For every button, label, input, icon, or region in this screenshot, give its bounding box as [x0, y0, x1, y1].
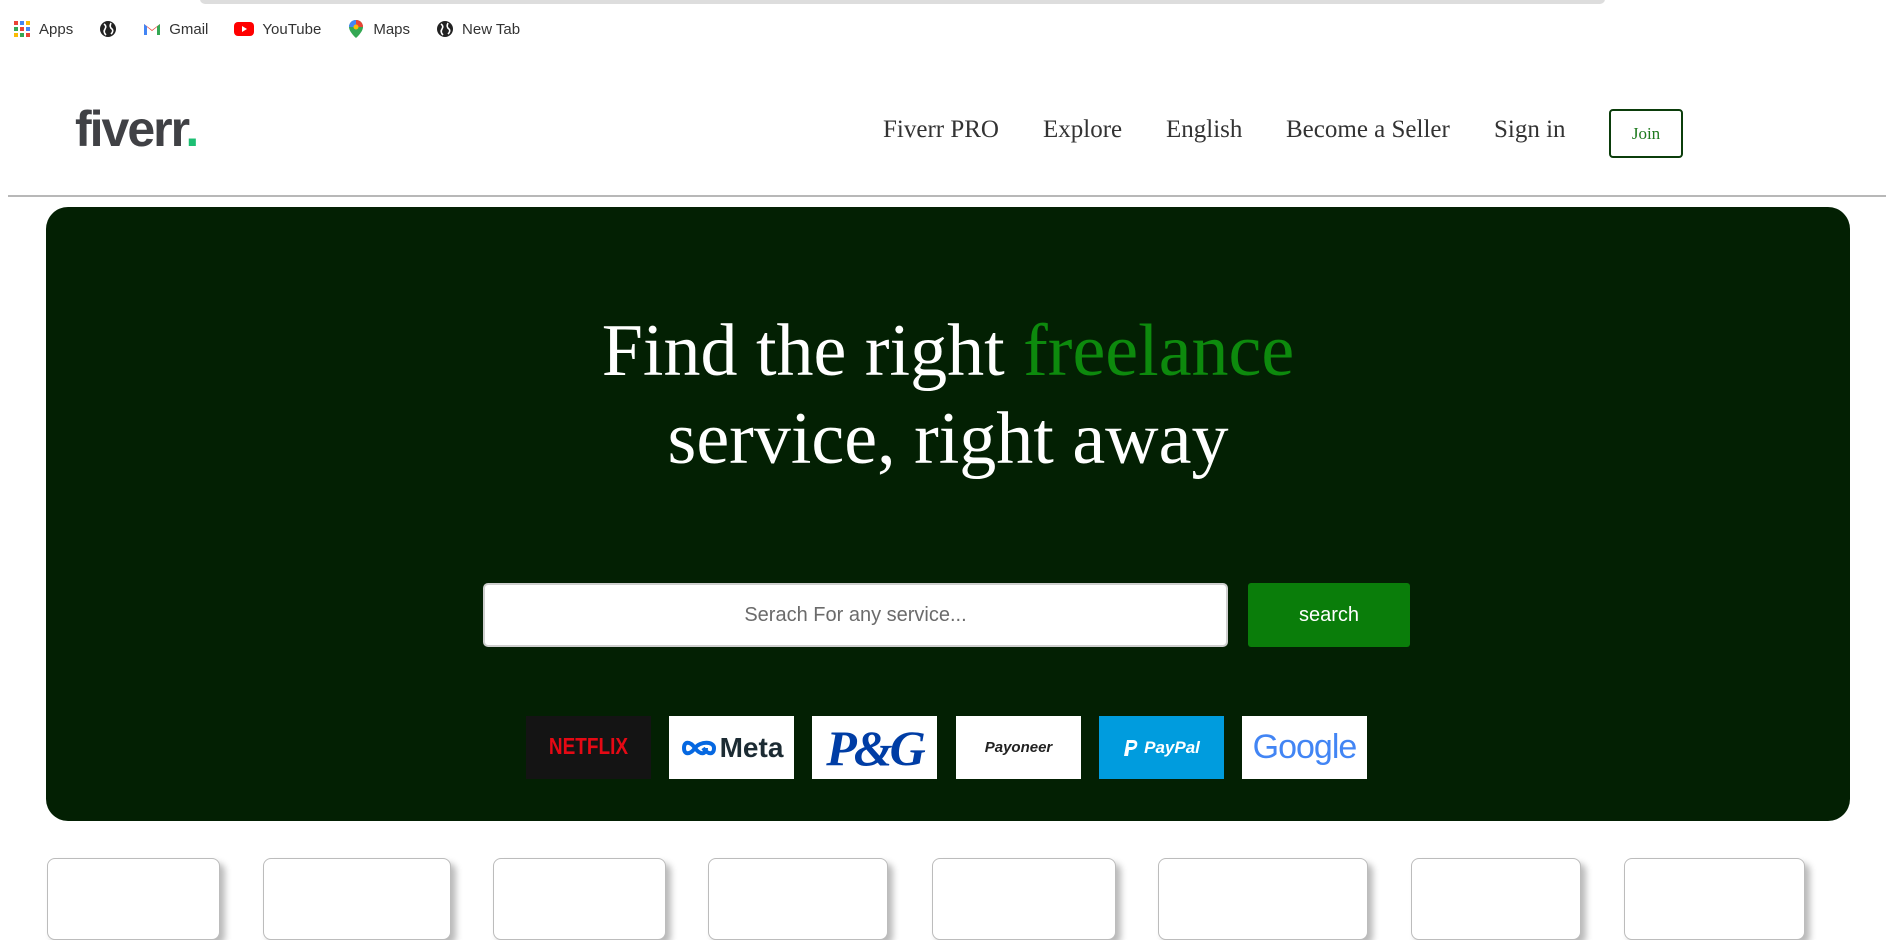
headline-text-1: Find the right: [601, 310, 1024, 392]
bookmark-maps[interactable]: Maps: [347, 20, 410, 38]
nav-fiverr-pro[interactable]: Fiverr PRO: [883, 116, 999, 144]
site-header: fiverr. Fiverr PRO Explore English Becom…: [0, 62, 1893, 196]
category-card[interactable]: [1411, 858, 1581, 940]
meta-logo: Meta: [669, 716, 794, 779]
bookmark-globe[interactable]: [99, 20, 117, 38]
logo-dot: .: [185, 101, 199, 157]
headline-text-2: service, right away: [667, 398, 1229, 480]
globe-icon: [99, 20, 117, 38]
category-card[interactable]: [1158, 858, 1368, 940]
bookmark-new-tab[interactable]: New Tab: [436, 20, 520, 38]
google-logo: Google: [1242, 716, 1367, 779]
logo-text: fiverr: [75, 101, 187, 157]
headline-accent: freelance: [1023, 310, 1295, 392]
category-card[interactable]: [1624, 858, 1805, 940]
meta-infinity-icon: [681, 740, 716, 755]
payoneer-logo: Payoneer: [956, 716, 1081, 779]
globe-icon: [436, 20, 454, 38]
category-card[interactable]: [708, 858, 888, 940]
category-card[interactable]: [493, 858, 666, 940]
bookmark-label: New Tab: [462, 20, 521, 38]
header-divider: [8, 195, 1886, 197]
youtube-icon: [234, 20, 255, 38]
netflix-logo: NETFLIX: [526, 716, 651, 779]
nav-become-seller[interactable]: Become a Seller: [1286, 116, 1450, 144]
category-card[interactable]: [932, 858, 1116, 940]
pg-logo: P&G: [812, 716, 937, 779]
bookmark-label: Gmail: [169, 20, 209, 38]
category-card[interactable]: [47, 858, 220, 940]
maps-pin-icon: [347, 20, 365, 38]
bookmark-label: YouTube: [262, 20, 322, 38]
bookmark-label: Maps: [373, 20, 411, 38]
gmail-icon: [143, 20, 161, 38]
join-button[interactable]: Join: [1609, 109, 1683, 158]
search-input[interactable]: [483, 583, 1228, 647]
nav-english[interactable]: English: [1166, 116, 1242, 144]
bookmark-apps[interactable]: Apps: [13, 20, 73, 38]
paypal-p-icon: [1124, 739, 1138, 756]
nav-sign-in[interactable]: Sign in: [1494, 116, 1566, 144]
bookmark-label: Apps: [39, 20, 74, 38]
hero-section: Find the right freelance service, right …: [46, 207, 1850, 821]
nav-explore[interactable]: Explore: [1043, 116, 1122, 144]
bookmark-youtube[interactable]: YouTube: [234, 20, 321, 38]
hero-headline: Find the right freelance service, right …: [46, 307, 1850, 483]
bookmarks-bar: Apps Gmail YouTube Maps New Tab: [0, 10, 546, 48]
bookmark-gmail[interactable]: Gmail: [143, 20, 208, 38]
apps-grid-icon: [13, 20, 31, 38]
category-card[interactable]: [263, 858, 451, 940]
fiverr-logo[interactable]: fiverr.: [75, 101, 199, 157]
paypal-logo: PayPal: [1099, 716, 1224, 779]
browser-top-edge: [200, 0, 1605, 4]
search-button[interactable]: search: [1248, 583, 1410, 647]
